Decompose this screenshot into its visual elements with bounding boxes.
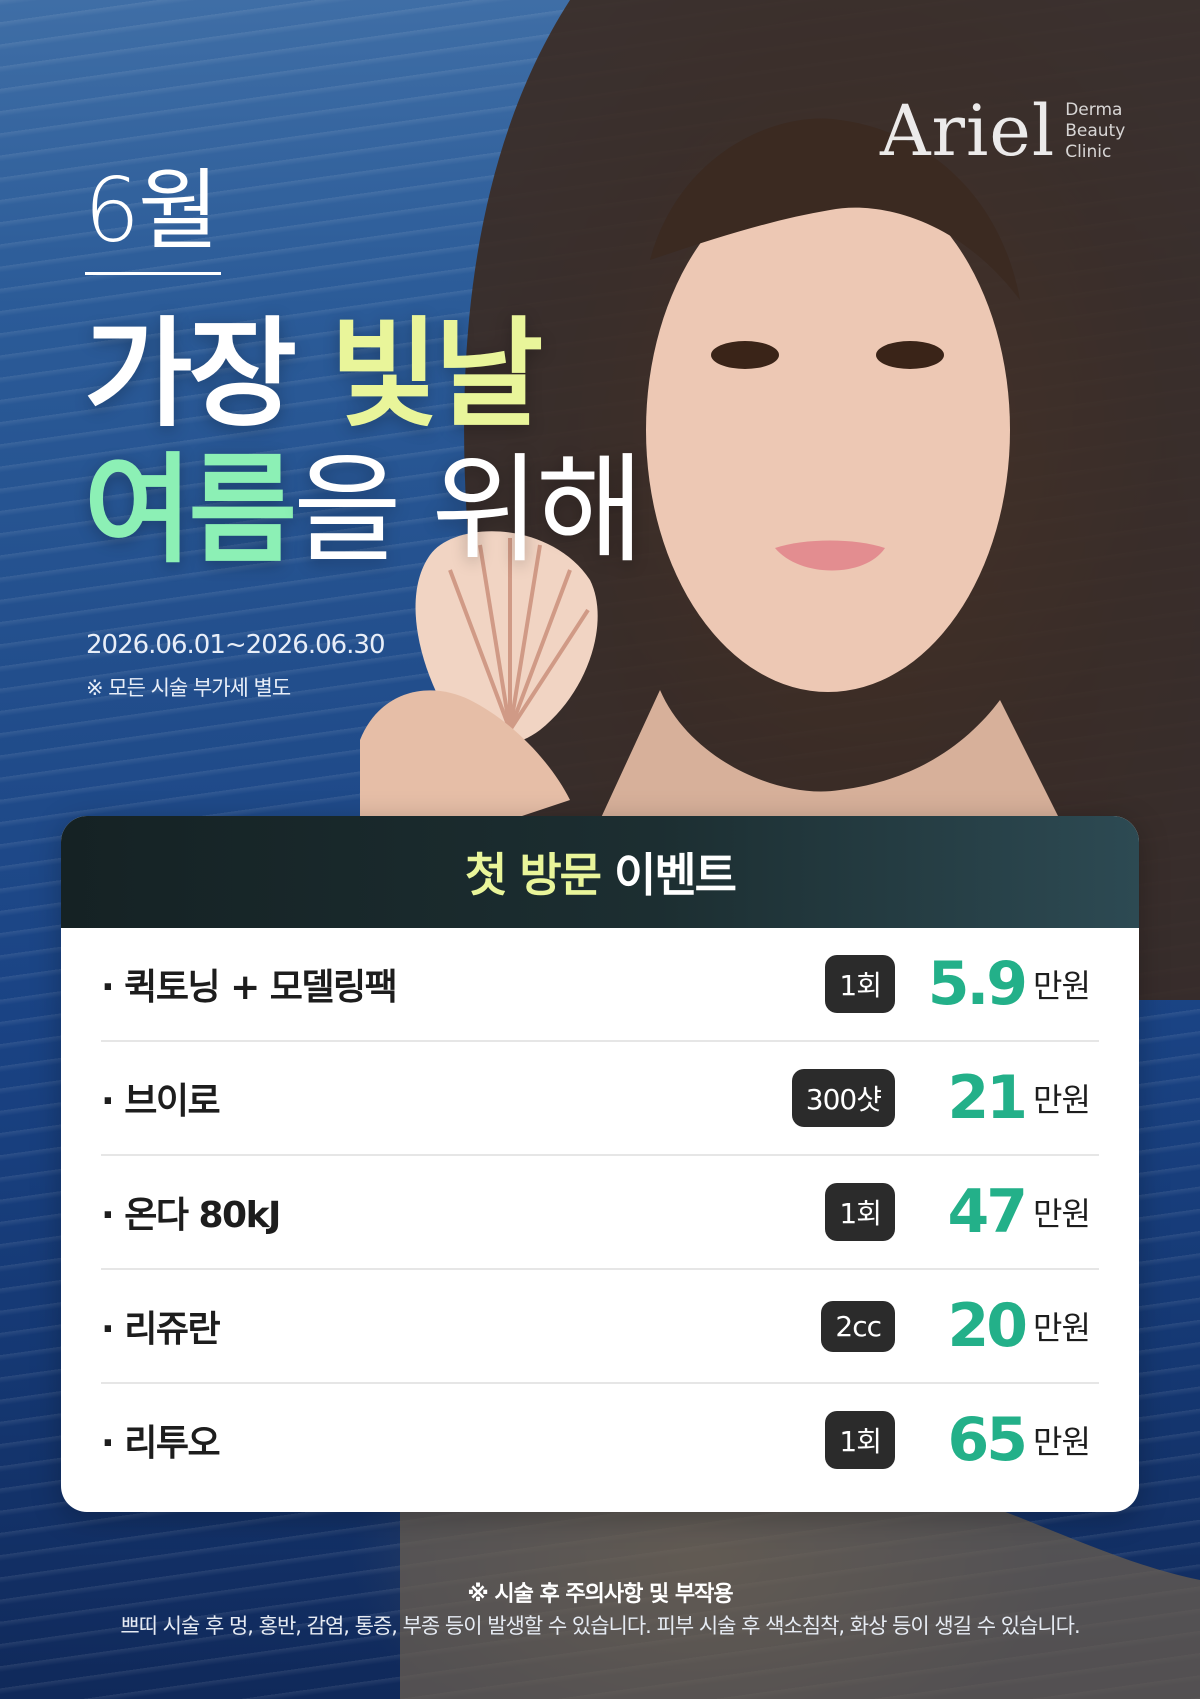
headline: 가장 빛날 여름을 위해: [84, 308, 644, 579]
headline-highlight: 빛날: [330, 305, 543, 443]
quantity-badge: 1회: [825, 1183, 895, 1241]
headline-line-1: 가장 빛날: [84, 308, 640, 440]
price-unit: 만원: [1033, 1081, 1091, 1119]
month-label: 6월: [84, 159, 219, 262]
logo-sub-line: Clinic: [1065, 141, 1112, 162]
headline-text: 을 위해: [293, 441, 644, 579]
price-row: · 퀵토닝 + 모델링팩 1회 5.9 만원: [101, 928, 1099, 1042]
quantity-badge: 1회: [825, 955, 895, 1013]
headline-highlight: 여름: [84, 441, 297, 579]
price-row: · 온다 80kJ 1회 47 만원: [101, 1156, 1099, 1270]
price-value: 65: [947, 1405, 1029, 1475]
price-unit: 만원: [1033, 1195, 1091, 1233]
event-card-header: 첫 방문 이벤트: [61, 816, 1139, 928]
treatment-name: · 브이로: [101, 1081, 221, 1122]
event-title: 첫 방문 이벤트: [465, 839, 737, 905]
event-period: 2026.06.01~2026.06.30: [86, 630, 386, 660]
price-value: 20: [947, 1291, 1029, 1361]
quantity-badge: 1회: [825, 1411, 895, 1469]
notice-title: ※ 시술 후 주의사항 및 부작용: [467, 1582, 733, 1607]
logo-wordmark: Ariel: [880, 90, 1056, 172]
price-row: · 브이로 300샷 21 만원: [101, 1042, 1099, 1156]
price-unit: 만원: [1033, 967, 1091, 1005]
treatment-name: · 퀵토닝 + 모델링팩: [101, 967, 398, 1008]
price-row: · 리투오 1회 65 만원: [101, 1384, 1099, 1496]
price-value: 47: [947, 1177, 1029, 1247]
clinic-logo: Ariel Derma Beauty Clinic: [880, 90, 1125, 172]
logo-sub-line: Beauty: [1065, 120, 1126, 141]
month-underline: [85, 272, 221, 275]
quantity-badge: 2cc: [821, 1300, 895, 1352]
treatment-name: · 리쥬란: [101, 1309, 221, 1350]
price-row: · 리쥬란 2cc 20 만원: [101, 1270, 1099, 1384]
treatment-name: · 온다 80kJ: [101, 1195, 281, 1236]
logo-subtitle: Derma Beauty Clinic: [1065, 100, 1125, 163]
notice-body: 쁘띠 시술 후 멍, 홍반, 감염, 통증, 부종 등이 발생할 수 있습니다.…: [120, 1614, 1080, 1638]
event-title-rest: 이벤트: [600, 848, 737, 902]
headline-line-2: 여름을 위해: [84, 441, 644, 579]
vat-note: ※ 모든 시술 부가세 별도: [86, 676, 291, 700]
treatment-name: · 리투오: [101, 1423, 221, 1464]
price-unit: 만원: [1033, 1423, 1091, 1461]
price-value: 5.9: [927, 949, 1028, 1019]
headline-text: 가장: [84, 305, 331, 443]
logo-sub-line: Derma: [1065, 99, 1123, 120]
event-title-accent: 첫 방문: [465, 848, 602, 902]
price-unit: 만원: [1033, 1309, 1091, 1347]
event-card: 첫 방문 이벤트 · 퀵토닝 + 모델링팩 1회 5.9 만원 · 브이로 30…: [61, 816, 1139, 1512]
quantity-badge: 300샷: [791, 1069, 895, 1127]
price-value: 21: [947, 1063, 1029, 1133]
price-list: · 퀵토닝 + 모델링팩 1회 5.9 만원 · 브이로 300샷 21 만원 …: [61, 928, 1139, 1496]
